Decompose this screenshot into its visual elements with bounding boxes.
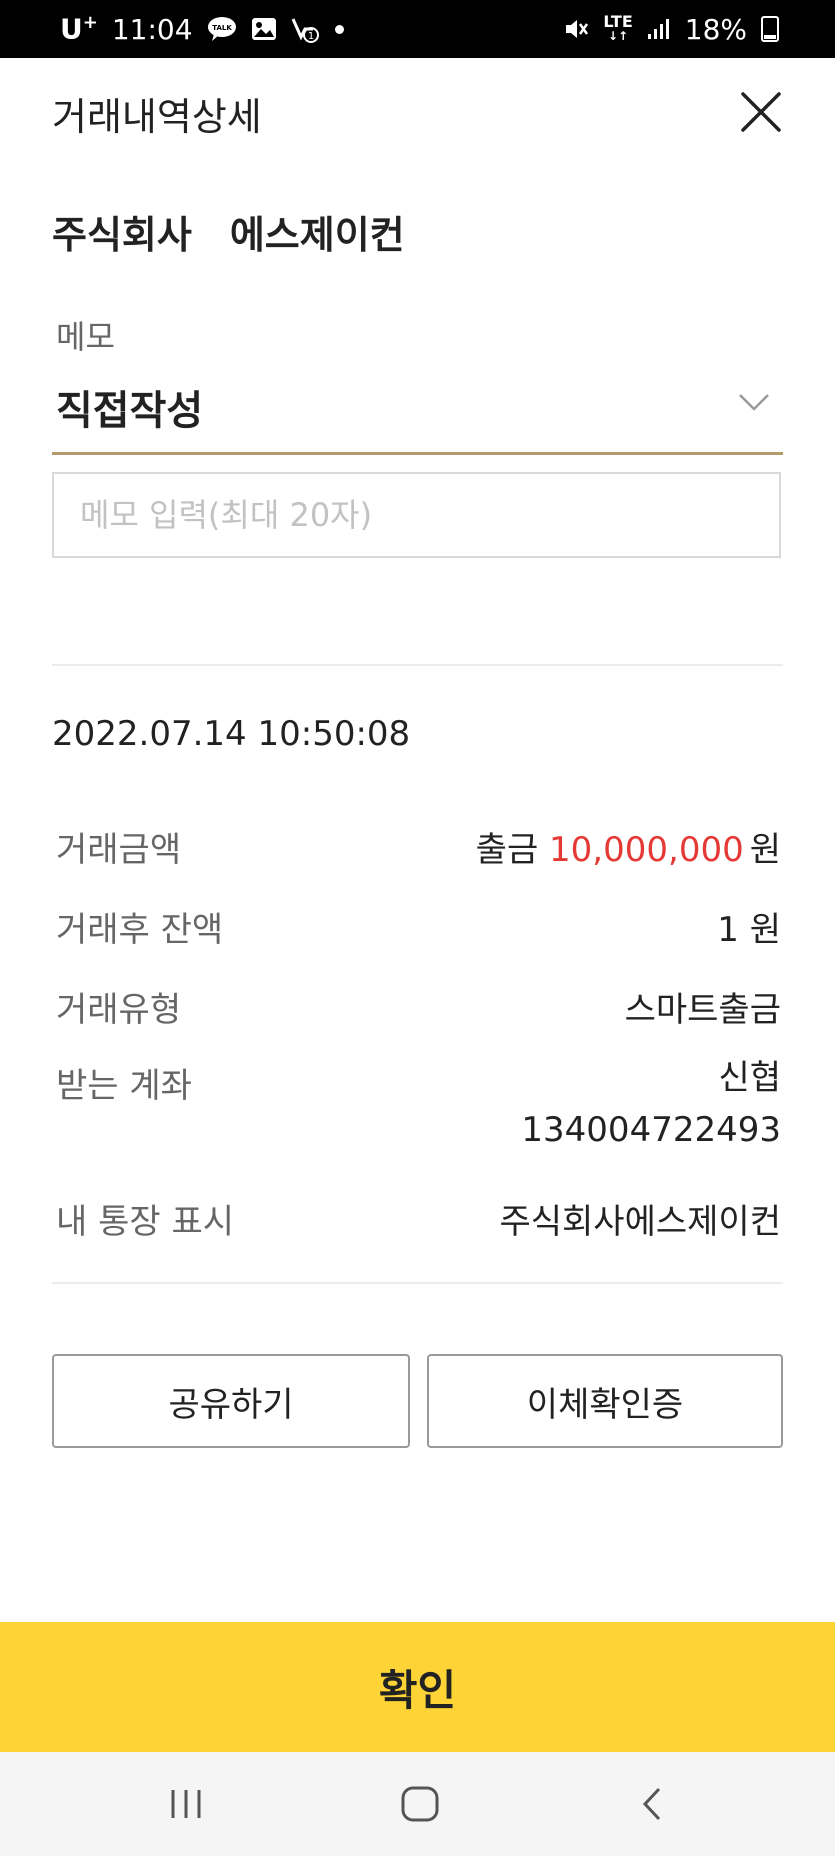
status-time: 11:04 — [111, 12, 193, 46]
detail-label: 거래금액 — [56, 830, 182, 870]
transaction-datetime: 2022.07.14 10:50:08 — [52, 714, 411, 754]
detail-label: 거래유형 — [56, 990, 182, 1030]
detail-value: 주식회사에스제이컨 — [499, 1202, 781, 1242]
company-name: 주식회사 에스제이컨 — [52, 213, 405, 257]
status-left: U+ 11:04 TALK 1 — [60, 0, 344, 58]
signal-icon — [647, 18, 671, 40]
home-button[interactable] — [396, 1780, 444, 1828]
transfer-certificate-button[interactable]: 이체확인증 — [427, 1354, 783, 1448]
header: 거래내역상세 — [0, 58, 835, 168]
memo-input[interactable] — [52, 472, 781, 558]
amount-suffix: 원 — [749, 830, 781, 870]
chevron-down-icon — [739, 394, 769, 411]
page-title: 거래내역상세 — [52, 95, 262, 139]
home-icon — [401, 1786, 439, 1822]
amount-prefix: 출금 — [475, 830, 550, 870]
close-icon — [741, 92, 781, 132]
share-button[interactable]: 공유하기 — [52, 1354, 410, 1448]
memo-type-selected: 직접작성 — [56, 388, 204, 434]
gallery-icon — [251, 17, 277, 41]
lte-icon: LTE ↓↑ — [603, 12, 633, 44]
recent-apps-icon — [171, 1790, 201, 1818]
talk-icon: TALK — [207, 16, 237, 42]
bank-name: 신협 — [718, 1058, 781, 1098]
recent-apps-button[interactable] — [162, 1780, 210, 1828]
close-button[interactable] — [737, 88, 785, 136]
mute-icon — [563, 16, 589, 42]
carrier-label: U+ — [60, 12, 98, 46]
battery-icon — [761, 16, 779, 42]
battery-percent: 18% — [684, 12, 747, 46]
account-number: 134004722493 — [521, 1110, 781, 1150]
memo-label: 메모 — [56, 318, 115, 356]
system-nav-bar — [0, 1752, 835, 1856]
detail-value-account: 신협 134004722493 — [521, 1052, 781, 1156]
detail-label: 내 통장 표시 — [56, 1202, 235, 1242]
status-bar: U+ 11:04 TALK 1 LTE ↓↑ 18% — [0, 0, 835, 58]
status-right: LTE ↓↑ 18% — [563, 0, 779, 58]
more-notifications-dot — [334, 24, 344, 34]
detail-label: 거래후 잔액 — [56, 910, 224, 950]
divider — [52, 664, 783, 666]
detail-value-amount: 출금 10,000,000 원 — [476, 822, 781, 871]
detail-value: 1 원 — [717, 910, 781, 950]
confirm-button[interactable]: 확인 — [0, 1622, 835, 1752]
divider — [52, 1282, 783, 1284]
back-button[interactable] — [628, 1780, 676, 1828]
svg-text:1: 1 — [307, 31, 313, 42]
svg-text:TALK: TALK — [212, 24, 232, 32]
memo-type-dropdown[interactable]: 직접작성 — [52, 360, 783, 455]
detail-label: 받는 계좌 — [56, 1066, 192, 1106]
amount-value: 10,000,000 — [549, 830, 744, 870]
back-icon — [642, 1787, 661, 1821]
notification-icon: 1 — [291, 15, 321, 43]
detail-value: 스마트출금 — [624, 990, 781, 1030]
